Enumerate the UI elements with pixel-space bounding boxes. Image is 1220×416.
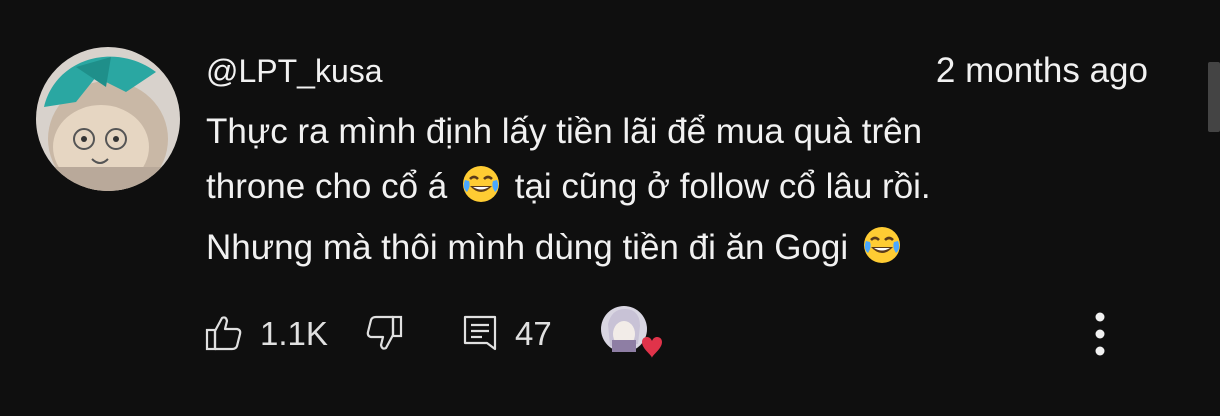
comment-line-1: Thực ra mình định lấy tiền lãi để mua qu…	[206, 104, 1106, 159]
comment-line-1-text: Thực ra mình định lấy tiền lãi để mua qu…	[206, 112, 923, 151]
creator-heart-badge[interactable]	[598, 304, 664, 362]
thumbs-down-icon	[366, 315, 403, 350]
comment-icon	[463, 315, 497, 351]
face-with-tears-of-joy-icon	[461, 164, 501, 220]
comment-line-3-text: Nhưng mà thôi mình dùng tiền đi ăn Gogi	[206, 228, 858, 267]
comment-line-2-text-after: tại cũng ở follow cổ lâu rồi.	[505, 167, 931, 206]
thumbs-up-icon	[205, 316, 242, 351]
comment-text: Thực ra mình định lấy tiền lãi để mua qu…	[206, 104, 1106, 281]
comment-line-2-text: throne cho cổ á	[206, 167, 457, 206]
comment-line-2: throne cho cổ á tại cũng ở follow cổ lâu…	[206, 159, 1106, 220]
more-options-button[interactable]	[1088, 310, 1112, 360]
like-button[interactable]	[204, 313, 244, 353]
dislike-button[interactable]	[364, 313, 404, 353]
comment-line-3: Nhưng mà thôi mình dùng tiền đi ăn Gogi	[206, 220, 1106, 281]
like-count: 1.1K	[260, 315, 328, 352]
comment-author[interactable]: @LPT_kusa	[206, 51, 383, 91]
comment-action-bar: 1.1K 47	[0, 300, 1220, 360]
plush-avatar-image	[36, 47, 180, 191]
scrollbar-thumb[interactable]	[1208, 62, 1220, 132]
comment-timestamp[interactable]: 2 months ago	[936, 51, 1148, 91]
reply-button[interactable]	[462, 313, 498, 353]
creator-heart-icon	[601, 306, 662, 358]
more-vert-icon	[1095, 312, 1105, 356]
face-with-tears-of-joy-icon	[862, 225, 902, 281]
author-avatar[interactable]	[36, 47, 180, 191]
reply-count: 47	[515, 315, 552, 352]
